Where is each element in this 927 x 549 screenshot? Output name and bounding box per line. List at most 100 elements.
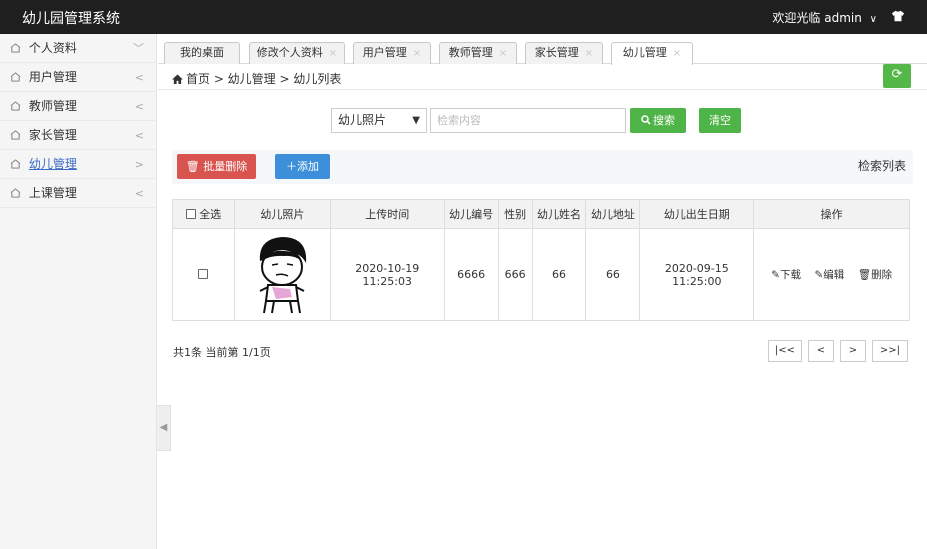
clear-button[interactable]: 清空: [699, 108, 741, 133]
pencil-icon: ✎: [814, 269, 824, 281]
tab-parents[interactable]: 家长管理 ×: [525, 42, 603, 64]
tab-teachers[interactable]: 教师管理 ×: [439, 42, 517, 64]
sidebar-item-label: 家长管理: [28, 128, 77, 142]
tab-bar: 我的桌面 修改个人资料 × 用户管理 × 教师管理 × 家长管理 × 幼儿管理 ×: [158, 34, 927, 65]
search-button[interactable]: 搜索: [630, 108, 686, 133]
sidebar-item-label: 上课管理: [28, 186, 77, 200]
table-row: 2020-10-19 11:25:03 6666 666 66 66 2020-…: [172, 228, 910, 321]
edit-label: 编辑: [823, 269, 845, 281]
sidebar-item-teachers[interactable]: 教师管理 <: [0, 92, 156, 121]
chevron-icon: <: [134, 129, 144, 142]
child-no-cell: 6666: [443, 228, 499, 321]
home-icon: [10, 101, 21, 111]
search-input[interactable]: [430, 108, 626, 133]
plus-icon: ＋: [286, 160, 297, 173]
tab-label: 用户管理: [362, 46, 407, 59]
col-address: 幼儿地址: [585, 199, 641, 229]
tab-label: 教师管理: [448, 46, 493, 59]
home-icon: [10, 188, 21, 198]
close-icon[interactable]: ×: [499, 48, 507, 59]
col-select-all[interactable]: 全选: [172, 199, 235, 229]
sidebar-item-users[interactable]: 用户管理 <: [0, 63, 156, 92]
refresh-button[interactable]: ⟳: [883, 64, 911, 88]
sidebar-item-label: 个人资料: [28, 41, 77, 55]
actions-cell: ✎下载 ✎编辑 🗑删除: [753, 228, 910, 321]
trash-icon: 🗑: [857, 269, 872, 281]
select-all-checkbox[interactable]: [185, 209, 196, 219]
close-icon[interactable]: ×: [413, 48, 421, 59]
next-page-button[interactable]: >: [840, 340, 866, 362]
chevron-icon: >: [134, 158, 144, 171]
delete-link[interactable]: 🗑删除: [858, 269, 892, 281]
select-value: 幼儿照片: [338, 113, 387, 127]
tab-edit-profile[interactable]: 修改个人资料 ×: [249, 42, 345, 64]
sidebar-item-label: 用户管理: [28, 70, 77, 84]
tab-label: 家长管理: [534, 46, 579, 59]
prev-page-button[interactable]: <: [808, 340, 834, 362]
refresh-icon: ⟳: [891, 67, 903, 82]
sidebar-item-label: 教师管理: [28, 99, 77, 113]
col-birth: 幼儿出生日期: [639, 199, 755, 229]
download-label: 下载: [779, 269, 801, 281]
header-label: 全选: [199, 208, 222, 221]
home-icon: [10, 72, 21, 82]
top-bar: 幼儿园管理系统 欢迎光临 admin ∨: [0, 0, 927, 34]
breadcrumb-text[interactable]: 首页 > 幼儿管理 > 幼儿列表: [186, 72, 341, 86]
sidebar-item-children[interactable]: 幼儿管理 >: [0, 150, 156, 179]
children-table: 全选 幼儿照片 上传时间 幼儿编号 性别 幼儿姓名 幼儿地址 幼儿出生日期 操作: [172, 199, 910, 321]
sidebar-item-classes[interactable]: 上课管理 <: [0, 179, 156, 208]
search-field-select[interactable]: 幼儿照片 ▼: [331, 108, 427, 133]
tab-children[interactable]: 幼儿管理 ×: [611, 42, 693, 65]
chevron-down-icon: ∨: [869, 14, 877, 25]
first-page-button[interactable]: |<<: [768, 340, 802, 362]
delete-label: 删除: [871, 269, 893, 281]
sidebar-item-profile[interactable]: 个人资料 ﹀: [0, 34, 156, 63]
col-child-no: 幼儿编号: [443, 199, 499, 229]
skin-shirt-icon[interactable]: [891, 9, 905, 23]
user-menu[interactable]: 欢迎光临 admin ∨: [772, 9, 877, 26]
table-header-row: 全选 幼儿照片 上传时间 幼儿编号 性别 幼儿姓名 幼儿地址 幼儿出生日期 操作: [172, 199, 910, 229]
gender-cell: 666: [497, 228, 533, 321]
child-photo[interactable]: [250, 231, 314, 315]
col-name: 幼儿姓名: [531, 199, 587, 229]
search-button-label: 搜索: [653, 114, 675, 127]
col-gender: 性别: [497, 199, 533, 229]
tab-label: 修改个人资料: [256, 46, 323, 59]
row-checkbox[interactable]: [198, 269, 209, 279]
add-label: 添加: [297, 160, 319, 173]
breadcrumb: 首页 > 幼儿管理 > 幼儿列表: [172, 70, 341, 87]
col-actions: 操作: [753, 199, 910, 229]
search-bar: 幼儿照片 ▼ 搜索 清空: [158, 108, 927, 134]
tab-label: 我的桌面: [180, 46, 224, 59]
search-icon: [641, 115, 651, 125]
pencil-icon: ✎: [771, 269, 780, 281]
upload-time-cell: 2020-10-19 11:25:03: [329, 228, 445, 321]
home-icon: [10, 43, 21, 53]
edit-link[interactable]: ✎编辑: [814, 269, 844, 281]
sidebar: 个人资料 ﹀ 用户管理 < 教师管理 < 家长管理 < 幼儿管理 > 上课管理 …: [0, 34, 157, 549]
home-icon: [10, 130, 21, 140]
clear-button-label: 清空: [709, 114, 731, 127]
row-select-cell: [172, 228, 235, 321]
close-icon[interactable]: ×: [329, 48, 337, 59]
username: admin: [824, 11, 862, 25]
add-button[interactable]: ＋添加: [275, 154, 330, 179]
chevron-icon: <: [134, 187, 144, 200]
sidebar-item-parents[interactable]: 家长管理 <: [0, 121, 156, 150]
sidebar-collapse-handle[interactable]: ◀: [157, 405, 171, 451]
breadcrumb-bar: 首页 > 幼儿管理 > 幼儿列表 ⟳: [158, 64, 927, 90]
sidebar-item-label: 幼儿管理: [28, 157, 77, 171]
close-icon[interactable]: ×: [673, 48, 681, 59]
close-icon[interactable]: ×: [585, 48, 593, 59]
batch-delete-button[interactable]: 🗑 批量删除: [177, 154, 256, 179]
toolbar: 🗑 批量删除 ＋添加 检索列表: [172, 150, 913, 184]
col-upload-time: 上传时间: [329, 199, 445, 229]
batch-delete-label: 批量删除: [203, 160, 248, 173]
last-page-button[interactable]: >>|: [872, 340, 908, 362]
chevron-icon: ﹀: [133, 42, 144, 55]
home-icon: [10, 159, 21, 169]
tab-users[interactable]: 用户管理 ×: [353, 42, 431, 64]
home-icon: [172, 74, 183, 84]
tab-desktop[interactable]: 我的桌面: [164, 42, 240, 64]
download-link[interactable]: ✎下载: [771, 269, 801, 281]
